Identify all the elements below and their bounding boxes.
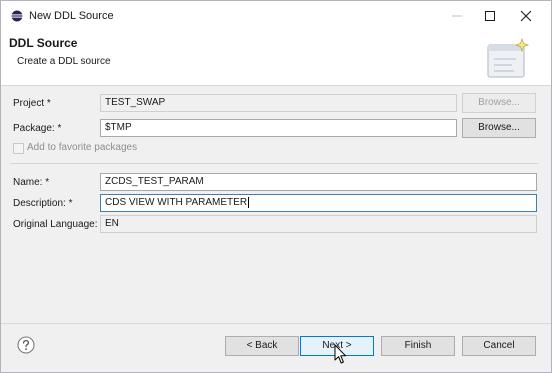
new-ddl-source-dialog: New DDL Source DDL Source Create a DDL s… [0, 0, 552, 373]
cancel-button[interactable]: Cancel [462, 336, 536, 356]
close-button[interactable] [509, 1, 543, 31]
minimize-button[interactable] [440, 1, 474, 31]
maximize-icon [485, 11, 495, 21]
section-divider [10, 163, 538, 164]
maximize-button[interactable] [473, 1, 507, 31]
mouse-pointer-icon [334, 344, 347, 364]
project-browse-button: Browse... [462, 93, 536, 113]
description-label: Description: * [13, 198, 73, 209]
close-icon [520, 10, 532, 22]
eclipse-icon [11, 10, 23, 22]
page-title: DDL Source [9, 36, 78, 50]
minimize-icon [452, 15, 462, 17]
package-browse-button[interactable]: Browse... [462, 118, 536, 138]
page-subtitle: Create a DDL source [17, 56, 111, 67]
package-label: Package: * [13, 123, 62, 134]
project-field: TEST_SWAP [100, 94, 457, 112]
back-button[interactable]: < Back [225, 336, 299, 356]
help-icon[interactable] [17, 336, 35, 354]
original-language-field: EN [100, 215, 537, 233]
project-label: Project * [13, 98, 51, 109]
favorite-packages-label: Add to favorite packages [27, 142, 138, 153]
favorite-packages-checkbox [13, 143, 24, 154]
footer-divider [1, 323, 551, 324]
description-value: CDS VIEW WITH PARAMETER [105, 197, 248, 208]
package-field[interactable]: $TMP [100, 119, 457, 137]
window-title: New DDL Source [29, 10, 114, 22]
title-bar: New DDL Source [1, 1, 551, 31]
name-field[interactable]: ZCDS_TEST_PARAM [100, 173, 537, 191]
finish-button[interactable]: Finish [381, 336, 455, 356]
original-language-label: Original Language: [13, 219, 98, 230]
text-caret [248, 196, 250, 208]
wizard-banner-icon [487, 37, 530, 78]
name-label: Name: * [13, 177, 50, 188]
description-field[interactable]: CDS VIEW WITH PARAMETER [100, 194, 537, 212]
wizard-header: DDL Source Create a DDL source [1, 31, 551, 86]
